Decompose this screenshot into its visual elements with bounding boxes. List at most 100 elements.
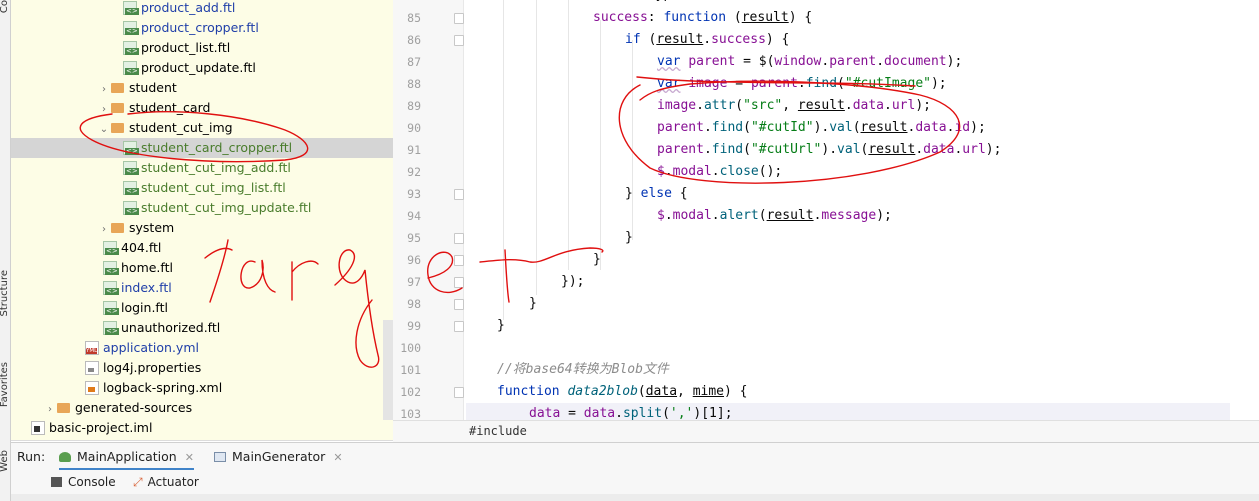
structure-tool-tab[interactable]: Structure — [0, 270, 10, 317]
tree-item-label: log4j.properties — [103, 360, 202, 375]
chevron-right-icon[interactable]: › — [97, 100, 111, 120]
tree-item-selected[interactable]: student_card_cropper.ftl — [11, 138, 393, 158]
code-line-103[interactable]: data = data.split(',')[1]; — [466, 403, 1230, 420]
fold-marker[interactable] — [454, 189, 464, 200]
line-number: 97 — [407, 275, 421, 289]
tree-item-label: student_cut_img — [129, 120, 233, 135]
code-line-98[interactable]: } — [529, 293, 537, 315]
fold-marker[interactable] — [454, 13, 464, 24]
close-icon[interactable]: ✕ — [333, 451, 342, 464]
indent-guide — [536, 0, 537, 295]
tab-label: Console — [68, 475, 116, 489]
tab-label: MainApplication — [77, 449, 177, 464]
ftl-file-icon — [123, 61, 139, 75]
line-number: 101 — [400, 363, 421, 377]
line-number: 96 — [407, 253, 421, 267]
ftl-file-icon — [123, 201, 139, 215]
spring-app-icon — [59, 452, 71, 462]
tab-console[interactable]: Console — [51, 470, 116, 494]
fold-marker[interactable] — [454, 233, 464, 244]
run-subtabs: Console ⤢ Actuator — [11, 470, 1259, 494]
fold-marker[interactable] — [454, 35, 464, 46]
ftl-file-icon — [103, 241, 119, 255]
code-line-92[interactable]: $.modal.close(); — [657, 161, 782, 183]
tree-item-label: student — [129, 80, 177, 95]
code-line-102[interactable]: function data2blob(data, mime) { — [497, 381, 748, 403]
indent-guide — [632, 40, 633, 240]
fold-marker[interactable] — [454, 387, 464, 398]
ftl-file-icon — [123, 161, 139, 175]
actuator-icon: ⤢ — [133, 475, 143, 489]
tree-scrollbar-thumb[interactable] — [383, 320, 393, 420]
yml-file-icon — [85, 341, 99, 355]
line-number: 86 — [407, 33, 421, 47]
tab-main-generator[interactable]: MainGenerator ✕ — [214, 443, 343, 471]
chevron-right-icon[interactable]: › — [97, 80, 111, 100]
tab-label: MainGenerator — [232, 449, 326, 464]
line-number: 99 — [407, 319, 421, 333]
app-window-icon — [214, 452, 226, 462]
fold-marker[interactable] — [454, 255, 464, 266]
code-line-87[interactable]: var parent = $(window.parent.document); — [657, 51, 962, 73]
tree-item-label: student_card_cropper.ftl — [141, 140, 293, 155]
code-line-96[interactable]: } — [593, 249, 601, 271]
line-number: 92 — [407, 165, 421, 179]
breadcrumb[interactable]: #include — [469, 420, 527, 442]
prop-file-icon — [85, 361, 99, 375]
tab-actuator[interactable]: ⤢ Actuator — [133, 470, 199, 494]
ftl-file-icon — [103, 281, 119, 295]
folder-icon — [111, 223, 124, 233]
xml-file-icon — [85, 381, 99, 395]
line-number: 100 — [400, 341, 421, 355]
code-line-90[interactable]: parent.find("#cutId").val(result.data.id… — [657, 117, 986, 139]
tab-main-application[interactable]: MainApplication ✕ — [59, 443, 194, 471]
web-tool-tab[interactable]: Web — [0, 450, 10, 472]
code-line-93[interactable]: } else { — [625, 183, 688, 205]
tree-item-label: system — [129, 220, 175, 235]
line-number: 98 — [407, 297, 421, 311]
tree-item-label: basic-project.iml — [49, 420, 153, 435]
tree-item-label: student_cut_img_add.ftl — [141, 160, 291, 175]
line-number: 88 — [407, 77, 421, 91]
chevron-right-icon[interactable]: › — [97, 220, 111, 240]
tree-item-label: home.ftl — [121, 260, 173, 275]
code-line-94[interactable]: $.modal.alert(result.message); — [657, 205, 892, 227]
code-line-91[interactable]: parent.find("#cutUrl").val(result.data.u… — [657, 139, 1001, 161]
line-number: 90 — [407, 121, 421, 135]
fold-marker[interactable] — [454, 277, 464, 288]
tree-divider — [11, 440, 393, 441]
tree-item-label: student_cut_img_list.ftl — [141, 180, 286, 195]
commit-tool-tab[interactable]: Co — [0, 0, 10, 13]
fold-marker[interactable] — [454, 299, 464, 310]
code-line-97[interactable]: }); — [561, 271, 584, 293]
tree-item-label: application.yml — [103, 340, 199, 355]
favorites-tool-tab[interactable]: Favorites — [0, 362, 10, 407]
code-line-84[interactable]: contentType: false, — [593, 0, 742, 6]
chevron-down-icon[interactable]: ⌄ — [97, 120, 111, 140]
line-number: 102 — [400, 385, 421, 399]
code-line-99[interactable]: } — [497, 315, 505, 337]
ftl-file-icon — [123, 41, 139, 55]
line-number: 94 — [407, 209, 421, 223]
ftl-file-icon — [123, 141, 139, 155]
tree-item-label: student_card — [129, 100, 211, 115]
code-line-95[interactable]: } — [625, 227, 633, 249]
tree-item-label: logback-spring.xml — [103, 380, 223, 395]
code-line-89[interactable]: image.attr("src", result.data.url); — [657, 95, 931, 117]
iml-file-icon — [31, 421, 45, 435]
code-line-85[interactable]: success: function (result) { — [593, 7, 812, 29]
tree-item-label: 404.ftl — [121, 240, 162, 255]
line-number: 95 — [407, 231, 421, 245]
indent-guide — [568, 0, 569, 270]
tree-item-label: product_update.ftl — [141, 60, 256, 75]
close-icon[interactable]: ✕ — [185, 451, 194, 464]
folder-icon — [111, 123, 124, 133]
code-line-101[interactable]: //将base64转换为Blob文件 — [497, 359, 669, 381]
code-line-88[interactable]: var image = parent.find("#cutImage"); — [657, 73, 947, 95]
tree-item-label: product_list.ftl — [141, 40, 231, 55]
tree-item-label: product_add.ftl — [141, 0, 236, 15]
console-icon — [51, 477, 62, 487]
code-line-86[interactable]: if (result.success) { — [625, 29, 789, 51]
chevron-right-icon[interactable]: › — [43, 400, 57, 420]
fold-marker[interactable] — [454, 321, 464, 332]
